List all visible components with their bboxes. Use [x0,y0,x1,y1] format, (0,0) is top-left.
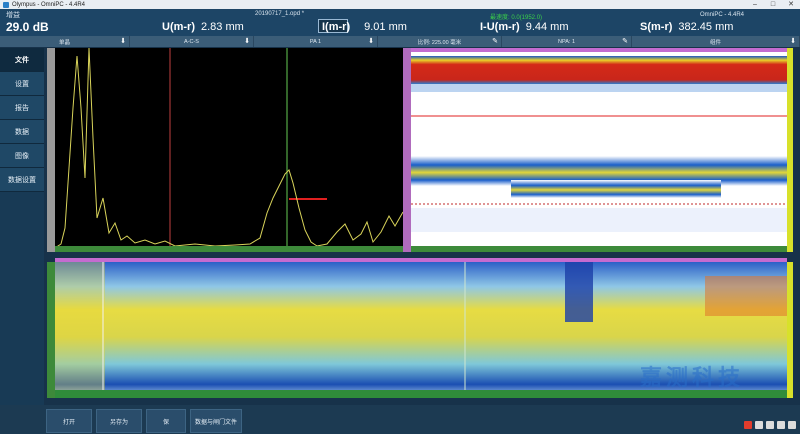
pencil-icon[interactable]: ✎ [492,37,498,45]
nav-settings[interactable]: 设置 [0,72,44,96]
nav-image[interactable]: 图像 [0,144,44,168]
cscan-v-ruler [47,262,55,398]
gain-value[interactable]: 29.0 dB [6,20,49,34]
bscan-right-scale [787,48,793,252]
param-group-2[interactable]: A-C-S ⬇ [130,36,254,47]
data-gate-file-button[interactable]: 数据与闸门文件 [190,409,242,433]
omnipc-window: Olympus - OmniPC - 4.4R4 – □ ✕ 增益 29.0 d… [0,0,800,434]
parameter-bar: 单晶 ⬇ A-C-S ⬇ PA 1 ⬇ 比例: 225.00 毫米 ✎ NPA: 1 ✎ … [0,36,800,47]
u-value: 2.83 mm [201,21,244,33]
ascan-v-ruler [47,48,55,252]
status-text: 最速度: 0.0(1952.0) [490,15,543,21]
gain-label: 增益 [6,12,20,19]
param-label: 单晶 [58,39,70,46]
s-readout: S(m-r) 382.45 mm [640,21,733,33]
ascan-h-ruler [55,246,403,252]
close-icon[interactable]: ✕ [782,0,800,9]
param-label: NPA: 1 [557,38,575,45]
window-title: Olympus - OmniPC - 4.4R4 [12,1,86,8]
i-value: 9.01 mm [364,21,407,33]
minimize-icon[interactable]: – [746,0,764,9]
open-button[interactable]: 打开 [46,409,92,433]
arrow-down-icon[interactable]: ⬇ [120,37,126,45]
bscan-v-ruler [403,48,411,252]
bscan-view[interactable] [411,48,787,252]
param-group-4[interactable]: 比例: 225.00 毫米 ✎ [378,36,502,47]
arrow-down-icon[interactable]: ⬇ [368,37,374,45]
i-label: I(m-r) [322,21,351,33]
maximize-icon[interactable]: □ [764,0,782,9]
s-value: 382.45 mm [678,21,734,33]
bscan-image [411,48,787,252]
ascan-view[interactable] [54,47,404,252]
i-readout: I(m-r) 9.01 mm [322,21,407,33]
s-label: S(m-r) [640,21,673,33]
iu-label: I-U(m-r) [480,21,520,33]
u-readout: U(m-r) 2.83 mm [162,21,244,33]
iu-value: 9.44 mm [525,21,569,33]
param-group-5[interactable]: NPA: 1 ✎ [502,36,632,47]
cscan-right-scale [787,262,793,398]
param-label: A-C-S [184,38,199,45]
pencil-icon[interactable]: ✎ [622,37,628,45]
arrow-down-icon[interactable]: ⬇ [244,37,250,45]
param-group-3[interactable]: PA 1 ⬇ [254,36,378,47]
nav-data-settings[interactable]: 数据设置 [0,168,44,192]
app-version: OmniPC - 4.4R4 [700,12,745,18]
bottom-toolbar: 打开 另存为 保 数据与闸门文件 [0,405,800,434]
param-group-1[interactable]: 单晶 ⬇ [0,36,130,47]
tray-icon[interactable] [788,421,796,429]
arrow-down-icon[interactable]: ⬇ [790,37,796,45]
u-label: U(m-r) [162,21,195,33]
title-bar: Olympus - OmniPC - 4.4R4 – □ ✕ [0,0,800,9]
ime-icon[interactable] [744,421,752,429]
tray-icon[interactable] [755,421,763,429]
param-label: 组件 [709,39,721,46]
system-tray [744,421,796,429]
tray-icon[interactable] [777,421,785,429]
bscan-top-bar [411,48,787,52]
nav-file[interactable]: 文件 [0,48,44,72]
save-button[interactable]: 保 [146,409,186,433]
save-as-button[interactable]: 另存为 [96,409,142,433]
watermark: 嘉测科技 [640,365,745,390]
param-group-6[interactable]: 组件 ⬇ [632,36,800,47]
left-nav: 文件 设置 报告 数据 图像 数据设置 [0,48,44,408]
tray-icon[interactable] [766,421,774,429]
readout-bar: 增益 29.0 dB 20190717_1.opd * 最速度: 0.0(195… [0,9,800,36]
param-label: PA 1 [309,38,322,45]
app-icon [3,1,9,8]
file-name: 20190717_1.opd * [255,11,305,17]
param-label: 比例: 225.00 毫米 [417,39,462,46]
iu-readout: I-U(m-r) 9.44 mm [480,21,569,33]
nav-data[interactable]: 数据 [0,120,44,144]
nav-report[interactable]: 报告 [0,96,44,120]
ascan-waveform [54,47,404,252]
